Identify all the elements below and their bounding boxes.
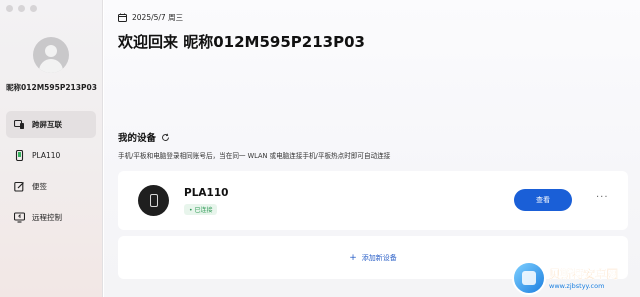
- device-card[interactable]: PLA110 • 已连接 查看 ···: [118, 171, 628, 230]
- sidebar-item-remote-control[interactable]: 远程控制: [6, 204, 96, 231]
- site-watermark: 贝斯特安卓网 www.zjbstyy.com: [512, 258, 640, 297]
- devices-description: 手机/平板和电脑登录相同账号后，当在同一 WLAN 或电脑连接手机/平板热点时即…: [118, 152, 391, 160]
- calendar-icon: [118, 13, 127, 22]
- watermark-url: www.zjbstyy.com: [549, 281, 605, 290]
- date-row: 2025/5/7 周三: [118, 12, 183, 23]
- cross-screen-icon: [14, 119, 25, 130]
- watermark-title: 贝斯特安卓网: [549, 266, 618, 281]
- minimize-window-button[interactable]: [18, 5, 25, 12]
- close-window-button[interactable]: [6, 5, 13, 12]
- maximize-window-button[interactable]: [30, 5, 37, 12]
- sidebar: 昵称012M595P213P03 跨屏互联 PLA110 便签 远程控制: [0, 0, 103, 297]
- devices-section-title: 我的设备: [118, 130, 170, 144]
- device-name: PLA110: [184, 187, 229, 199]
- status-badge: • 已连接: [184, 204, 218, 215]
- current-date: 2025/5/7 周三: [132, 13, 184, 22]
- device-phone-icon: [138, 185, 169, 216]
- watermark-logo-icon: [512, 260, 546, 295]
- sidebar-item-label: 远程控制: [32, 213, 62, 222]
- sidebar-item-label: PLA110: [32, 151, 61, 160]
- window-controls: [6, 5, 37, 12]
- add-device-label: 添加新设备: [361, 253, 397, 262]
- note-icon: [14, 181, 25, 192]
- view-device-button[interactable]: 查看: [514, 189, 572, 211]
- sidebar-username: 昵称012M595P213P03: [6, 83, 97, 92]
- sidebar-item-pla110[interactable]: PLA110: [6, 142, 96, 169]
- avatar[interactable]: [33, 37, 69, 73]
- sidebar-item-label: 便签: [32, 182, 47, 191]
- remote-control-icon: [14, 212, 25, 223]
- refresh-icon[interactable]: [161, 133, 170, 142]
- sidebar-item-cross-screen[interactable]: 跨屏互联: [6, 111, 96, 138]
- sidebar-item-notes[interactable]: 便签: [6, 173, 96, 200]
- main-content: 2025/5/7 周三 欢迎回来 昵称012M595P213P03 我的设备 手…: [104, 0, 640, 297]
- plus-icon: +: [349, 252, 357, 263]
- devices-title-text: 我的设备: [118, 133, 157, 144]
- more-options-icon[interactable]: ···: [596, 192, 609, 203]
- sidebar-nav: 跨屏互联 PLA110 便签 远程控制: [6, 111, 96, 235]
- sidebar-item-label: 跨屏互联: [32, 120, 62, 129]
- page-title: 欢迎回来 昵称012M595P213P03: [118, 33, 365, 51]
- phone-icon: [14, 150, 25, 161]
